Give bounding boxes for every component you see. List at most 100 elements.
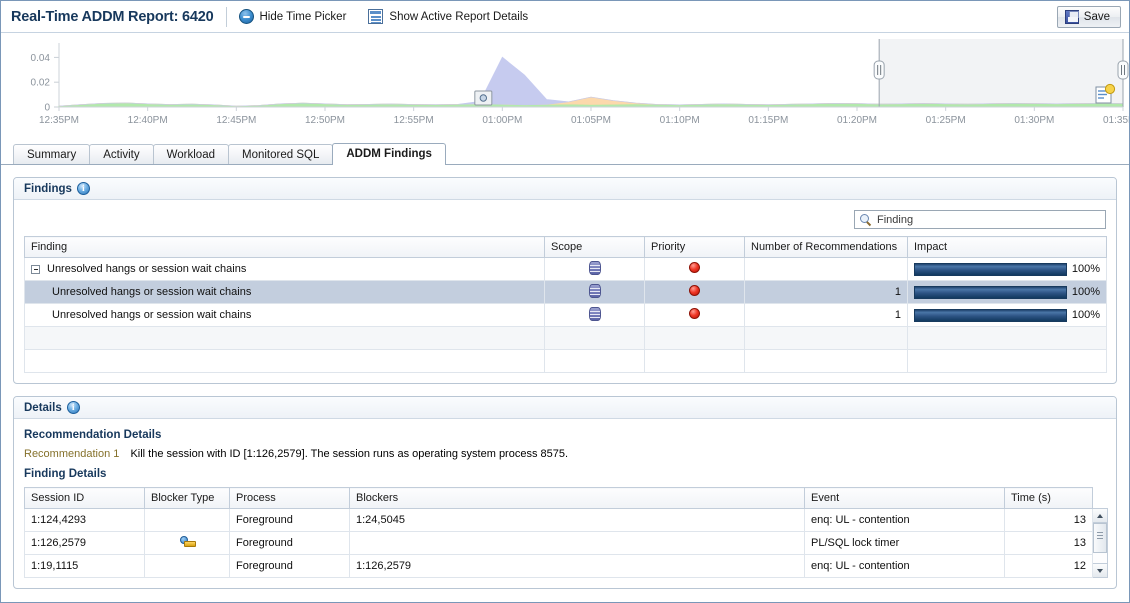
finding-cell bbox=[25, 350, 545, 373]
x-axis-tick-label: 12:40PM bbox=[128, 115, 168, 126]
scroll-up-button[interactable] bbox=[1093, 509, 1107, 523]
finding-cell: Unresolved hangs or session wait chains bbox=[25, 258, 545, 281]
y-axis-tick-label: 0.02 bbox=[31, 78, 51, 89]
time-selection-region[interactable] bbox=[879, 39, 1123, 107]
time-cell: 13 bbox=[1005, 509, 1093, 532]
collapse-toggle-icon[interactable] bbox=[31, 265, 40, 274]
tab-workload[interactable]: Workload bbox=[153, 144, 229, 165]
findings-table-row[interactable] bbox=[25, 327, 1107, 350]
x-axis-tick-label: 01:20PM bbox=[837, 115, 877, 126]
x-axis-tick-label: 01:15PM bbox=[748, 115, 788, 126]
info-icon[interactable]: i bbox=[67, 401, 80, 414]
scope-cell bbox=[545, 258, 645, 281]
column-header[interactable]: Finding bbox=[25, 237, 545, 258]
activity-chart-svg[interactable]: 00.020.0412:35PM12:40PM12:45PM12:50PM12:… bbox=[1, 33, 1130, 137]
column-header[interactable]: Number of Recommendations bbox=[745, 237, 908, 258]
column-header[interactable]: Blockers bbox=[350, 488, 805, 509]
scrollbar-thumb[interactable] bbox=[1093, 523, 1107, 553]
scrollbar-track[interactable] bbox=[1093, 523, 1107, 563]
x-axis-tick-label: 12:35PM bbox=[39, 115, 79, 126]
tab-activity[interactable]: Activity bbox=[89, 144, 153, 165]
column-header[interactable]: Time (s) bbox=[1005, 488, 1093, 509]
selection-right-handle[interactable] bbox=[1118, 61, 1128, 79]
database-icon bbox=[589, 261, 601, 275]
minus-circle-icon bbox=[239, 9, 254, 24]
finding-details-scroll-shell: Session IDBlocker TypeProcessBlockersEve… bbox=[24, 487, 1106, 578]
column-header[interactable]: Process bbox=[230, 488, 350, 509]
finding-cell: Unresolved hangs or session wait chains bbox=[25, 281, 545, 304]
info-icon[interactable]: i bbox=[77, 182, 90, 195]
tab-summary[interactable]: Summary bbox=[13, 144, 90, 165]
blockers-cell: 1:24,5045 bbox=[350, 509, 805, 532]
column-header[interactable]: Blocker Type bbox=[145, 488, 230, 509]
findings-search-row: Finding bbox=[24, 208, 1106, 236]
details-panel-header: Details i bbox=[14, 397, 1116, 419]
priority-cell bbox=[645, 327, 745, 350]
show-active-report-details-button[interactable]: Show Active Report Details bbox=[368, 9, 528, 24]
x-axis-tick-label: 12:45PM bbox=[216, 115, 256, 126]
event-cell: enq: UL - contention bbox=[805, 555, 1005, 578]
session-id-cell: 1:124,4293 bbox=[25, 509, 145, 532]
blockers-cell bbox=[350, 532, 805, 555]
findings-table-row[interactable]: Unresolved hangs or session wait chains1… bbox=[25, 281, 1107, 304]
tab-addm-findings[interactable]: ADDM Findings bbox=[332, 143, 446, 165]
finding-label-wrap: Unresolved hangs or session wait chains bbox=[31, 286, 538, 298]
finding-cell bbox=[25, 327, 545, 350]
scope-cell bbox=[545, 350, 645, 373]
recommendation-line: Recommendation 1 Kill the session with I… bbox=[24, 448, 1106, 460]
finding-name: Unresolved hangs or session wait chains bbox=[52, 309, 251, 321]
finding-details-body: 1:124,4293 Foreground1:24,5045enq: UL - c… bbox=[25, 509, 1093, 578]
recommendations-count-cell: 1 bbox=[745, 304, 908, 327]
column-header[interactable]: Priority bbox=[645, 237, 745, 258]
tab-monitored-sql[interactable]: Monitored SQL bbox=[228, 144, 333, 165]
details-panel-title: Details bbox=[24, 402, 62, 414]
priority-high-icon bbox=[689, 308, 700, 319]
impact-bar bbox=[914, 286, 1067, 299]
column-header[interactable]: Session ID bbox=[25, 488, 145, 509]
impact-cell bbox=[908, 327, 1107, 350]
finding-details-row[interactable]: 1:124,4293Foreground1:24,5045enq: UL - c… bbox=[25, 509, 1093, 532]
column-header[interactable]: Scope bbox=[545, 237, 645, 258]
hide-time-picker-button[interactable]: Hide Time Picker bbox=[239, 9, 347, 24]
impact-cell: 100% bbox=[908, 304, 1107, 327]
finding-details-title: Finding Details bbox=[24, 468, 1106, 480]
details-panel-body: Recommendation Details Recommendation 1 … bbox=[14, 419, 1116, 588]
findings-table-row[interactable]: Unresolved hangs or session wait chains 1… bbox=[25, 258, 1107, 281]
header-divider bbox=[226, 7, 227, 27]
finding-name: Unresolved hangs or session wait chains bbox=[52, 286, 251, 298]
finding-name: Unresolved hangs or session wait chains bbox=[47, 263, 246, 275]
time-cell: 13 bbox=[1005, 532, 1093, 555]
page-title: Real-Time ADDM Report: 6420 bbox=[11, 9, 214, 25]
priority-cell bbox=[645, 258, 745, 281]
process-cell: Foreground bbox=[230, 509, 350, 532]
tab-label: ADDM Findings bbox=[346, 148, 432, 160]
y-axis-tick-label: 0.04 bbox=[31, 53, 51, 64]
user-key-icon bbox=[180, 536, 195, 548]
finding-details-table: Session IDBlocker TypeProcessBlockersEve… bbox=[24, 487, 1093, 578]
header-bar: Real-Time ADDM Report: 6420 Hide Time Pi… bbox=[1, 1, 1129, 33]
time-picker-chart[interactable]: 00.020.0412:35PM12:40PM12:45PM12:50PM12:… bbox=[1, 33, 1129, 137]
finding-details-row[interactable]: 1:19,1115Foreground1:126,2579enq: UL - c… bbox=[25, 555, 1093, 578]
tab-bar[interactable]: Summary ActivityWorkload Monitored SQL ADDM… bbox=[13, 143, 1129, 165]
tab-label: Monitored SQL bbox=[242, 149, 319, 161]
tab-label: Summary bbox=[27, 149, 76, 161]
findings-table-row[interactable] bbox=[25, 350, 1107, 373]
recommendations-count-cell bbox=[745, 350, 908, 373]
chevron-up-icon bbox=[1097, 514, 1103, 518]
findings-table-row[interactable]: Unresolved hangs or session wait chains 1… bbox=[25, 304, 1107, 327]
blockers-cell: 1:126,2579 bbox=[350, 555, 805, 578]
blocker-type-cell bbox=[145, 509, 230, 532]
finding-details-scrollbar[interactable] bbox=[1093, 508, 1108, 578]
column-header[interactable]: Impact bbox=[908, 237, 1107, 258]
impact-cell: 100% bbox=[908, 258, 1107, 281]
finding-details-row[interactable]: 1:126,2579ForegroundPL/SQL lock timer13 bbox=[25, 532, 1093, 555]
selection-left-handle[interactable] bbox=[874, 61, 884, 79]
column-header[interactable]: Event bbox=[805, 488, 1005, 509]
details-panel: Details i Recommendation Details Recomme… bbox=[13, 396, 1117, 589]
search-input[interactable]: Finding bbox=[854, 210, 1106, 229]
scope-cell bbox=[545, 281, 645, 304]
save-button[interactable]: Save bbox=[1057, 6, 1121, 28]
scope-cell bbox=[545, 327, 645, 350]
scroll-down-button[interactable] bbox=[1093, 563, 1107, 577]
save-button-label: Save bbox=[1084, 11, 1110, 23]
